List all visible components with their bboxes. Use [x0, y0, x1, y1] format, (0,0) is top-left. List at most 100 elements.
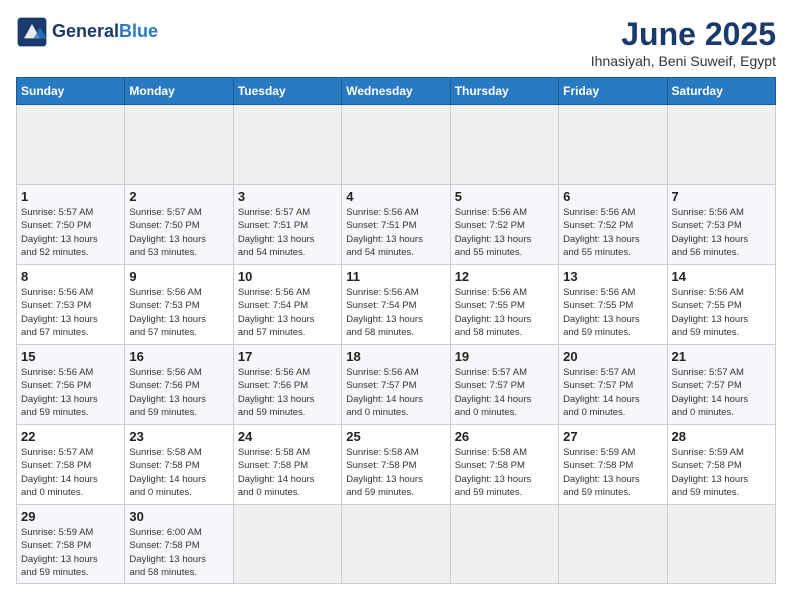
day-info: Sunrise: 5:57 AM Sunset: 7:57 PM Dayligh… [455, 366, 554, 419]
day-number: 22 [21, 429, 120, 444]
day-info: Sunrise: 5:58 AM Sunset: 7:58 PM Dayligh… [238, 446, 337, 499]
day-number: 10 [238, 269, 337, 284]
calendar-cell: 7 Sunrise: 5:56 AM Sunset: 7:53 PM Daylig… [667, 185, 775, 265]
calendar-cell: 14 Sunrise: 5:56 AM Sunset: 7:55 PM Dayli… [667, 265, 775, 345]
day-number: 13 [563, 269, 662, 284]
calendar-cell [559, 505, 667, 584]
day-info: Sunrise: 5:58 AM Sunset: 7:58 PM Dayligh… [455, 446, 554, 499]
day-number: 16 [129, 349, 228, 364]
day-info: Sunrise: 5:56 AM Sunset: 7:53 PM Dayligh… [21, 286, 120, 339]
calendar-week-row: 8 Sunrise: 5:56 AM Sunset: 7:53 PM Daylig… [17, 265, 776, 345]
day-info: Sunrise: 5:57 AM Sunset: 7:50 PM Dayligh… [21, 206, 120, 259]
day-info: Sunrise: 5:57 AM Sunset: 7:50 PM Dayligh… [129, 206, 228, 259]
calendar-cell: 27 Sunrise: 5:59 AM Sunset: 7:58 PM Dayli… [559, 425, 667, 505]
calendar-week-row: 22 Sunrise: 5:57 AM Sunset: 7:58 PM Dayli… [17, 425, 776, 505]
day-info: Sunrise: 5:56 AM Sunset: 7:55 PM Dayligh… [455, 286, 554, 339]
day-info: Sunrise: 5:56 AM Sunset: 7:54 PM Dayligh… [238, 286, 337, 339]
calendar-cell: 30 Sunrise: 6:00 AM Sunset: 7:58 PM Dayli… [125, 505, 233, 584]
weekday-header-friday: Friday [559, 78, 667, 105]
location-subtitle: Ihnasiyah, Beni Suweif, Egypt [591, 53, 776, 69]
calendar-cell: 24 Sunrise: 5:58 AM Sunset: 7:58 PM Dayli… [233, 425, 341, 505]
calendar-cell: 25 Sunrise: 5:58 AM Sunset: 7:58 PM Dayli… [342, 425, 450, 505]
day-number: 1 [21, 189, 120, 204]
day-number: 14 [672, 269, 771, 284]
day-info: Sunrise: 5:56 AM Sunset: 7:57 PM Dayligh… [346, 366, 445, 419]
day-info: Sunrise: 6:00 AM Sunset: 7:58 PM Dayligh… [129, 526, 228, 579]
calendar-cell: 18 Sunrise: 5:56 AM Sunset: 7:57 PM Dayli… [342, 345, 450, 425]
weekday-header-tuesday: Tuesday [233, 78, 341, 105]
day-info: Sunrise: 5:56 AM Sunset: 7:55 PM Dayligh… [672, 286, 771, 339]
calendar-cell [17, 105, 125, 185]
calendar-table: SundayMondayTuesdayWednesdayThursdayFrid… [16, 77, 776, 584]
day-number: 2 [129, 189, 228, 204]
day-info: Sunrise: 5:59 AM Sunset: 7:58 PM Dayligh… [672, 446, 771, 499]
day-number: 29 [21, 509, 120, 524]
day-info: Sunrise: 5:58 AM Sunset: 7:58 PM Dayligh… [129, 446, 228, 499]
day-info: Sunrise: 5:56 AM Sunset: 7:53 PM Dayligh… [129, 286, 228, 339]
calendar-body: 1 Sunrise: 5:57 AM Sunset: 7:50 PM Daylig… [17, 105, 776, 584]
day-info: Sunrise: 5:56 AM Sunset: 7:55 PM Dayligh… [563, 286, 662, 339]
day-number: 18 [346, 349, 445, 364]
calendar-cell [233, 105, 341, 185]
calendar-cell: 17Sunrise: 5:56 AM Sunset: 7:56 PM Dayli… [233, 345, 341, 425]
day-info: Sunrise: 5:56 AM Sunset: 7:56 PM Dayligh… [238, 366, 337, 419]
calendar-cell: 23Sunrise: 5:58 AM Sunset: 7:58 PM Dayli… [125, 425, 233, 505]
day-info: Sunrise: 5:57 AM Sunset: 7:58 PM Dayligh… [21, 446, 120, 499]
day-number: 28 [672, 429, 771, 444]
day-number: 26 [455, 429, 554, 444]
day-number: 12 [455, 269, 554, 284]
day-number: 11 [346, 269, 445, 284]
day-number: 24 [238, 429, 337, 444]
calendar-cell: 20Sunrise: 5:57 AM Sunset: 7:57 PM Dayli… [559, 345, 667, 425]
day-number: 7 [672, 189, 771, 204]
page-header: GeneralBlue June 2025 Ihnasiyah, Beni Su… [16, 16, 776, 69]
calendar-week-row: 15Sunrise: 5:56 AM Sunset: 7:56 PM Dayli… [17, 345, 776, 425]
calendar-cell [667, 505, 775, 584]
calendar-cell: 6Sunrise: 5:56 AM Sunset: 7:52 PM Daylig… [559, 185, 667, 265]
calendar-cell: 19 Sunrise: 5:57 AM Sunset: 7:57 PM Dayli… [450, 345, 558, 425]
weekday-header-sunday: Sunday [17, 78, 125, 105]
day-info: Sunrise: 5:56 AM Sunset: 7:51 PM Dayligh… [346, 206, 445, 259]
calendar-cell: 13 Sunrise: 5:56 AM Sunset: 7:55 PM Dayli… [559, 265, 667, 345]
month-title: June 2025 [591, 16, 776, 53]
day-number: 9 [129, 269, 228, 284]
calendar-cell: 12 Sunrise: 5:56 AM Sunset: 7:55 PM Dayli… [450, 265, 558, 345]
weekday-header-thursday: Thursday [450, 78, 558, 105]
calendar-cell: 5Sunrise: 5:56 AM Sunset: 7:52 PM Daylig… [450, 185, 558, 265]
calendar-cell [125, 105, 233, 185]
day-info: Sunrise: 5:59 AM Sunset: 7:58 PM Dayligh… [21, 526, 120, 579]
calendar-cell [450, 505, 558, 584]
day-number: 8 [21, 269, 120, 284]
day-info: Sunrise: 5:56 AM Sunset: 7:52 PM Dayligh… [455, 206, 554, 259]
day-number: 27 [563, 429, 662, 444]
calendar-cell: 10 Sunrise: 5:56 AM Sunset: 7:54 PM Dayli… [233, 265, 341, 345]
day-number: 30 [129, 509, 228, 524]
weekday-header-monday: Monday [125, 78, 233, 105]
weekday-header-saturday: Saturday [667, 78, 775, 105]
day-info: Sunrise: 5:56 AM Sunset: 7:52 PM Dayligh… [563, 206, 662, 259]
day-info: Sunrise: 5:59 AM Sunset: 7:58 PM Dayligh… [563, 446, 662, 499]
calendar-cell: 22 Sunrise: 5:57 AM Sunset: 7:58 PM Dayli… [17, 425, 125, 505]
calendar-cell: 28 Sunrise: 5:59 AM Sunset: 7:58 PM Dayli… [667, 425, 775, 505]
calendar-cell: 26 Sunrise: 5:58 AM Sunset: 7:58 PM Dayli… [450, 425, 558, 505]
logo-text: GeneralBlue [52, 22, 158, 42]
weekday-header-wednesday: Wednesday [342, 78, 450, 105]
day-number: 3 [238, 189, 337, 204]
calendar-cell: 3Sunrise: 5:57 AM Sunset: 7:51 PM Daylig… [233, 185, 341, 265]
calendar-cell: 21Sunrise: 5:57 AM Sunset: 7:57 PM Dayli… [667, 345, 775, 425]
day-number: 19 [455, 349, 554, 364]
calendar-week-row [17, 105, 776, 185]
day-info: Sunrise: 5:56 AM Sunset: 7:56 PM Dayligh… [21, 366, 120, 419]
calendar-cell [342, 105, 450, 185]
day-number: 21 [672, 349, 771, 364]
calendar-cell [342, 505, 450, 584]
day-info: Sunrise: 5:56 AM Sunset: 7:53 PM Dayligh… [672, 206, 771, 259]
calendar-week-row: 29 Sunrise: 5:59 AM Sunset: 7:58 PM Dayli… [17, 505, 776, 584]
day-number: 25 [346, 429, 445, 444]
day-info: Sunrise: 5:58 AM Sunset: 7:58 PM Dayligh… [346, 446, 445, 499]
calendar-cell [450, 105, 558, 185]
calendar-cell: 1 Sunrise: 5:57 AM Sunset: 7:50 PM Daylig… [17, 185, 125, 265]
calendar-cell: 8 Sunrise: 5:56 AM Sunset: 7:53 PM Daylig… [17, 265, 125, 345]
calendar-cell: 11Sunrise: 5:56 AM Sunset: 7:54 PM Dayli… [342, 265, 450, 345]
calendar-cell: 16Sunrise: 5:56 AM Sunset: 7:56 PM Dayli… [125, 345, 233, 425]
